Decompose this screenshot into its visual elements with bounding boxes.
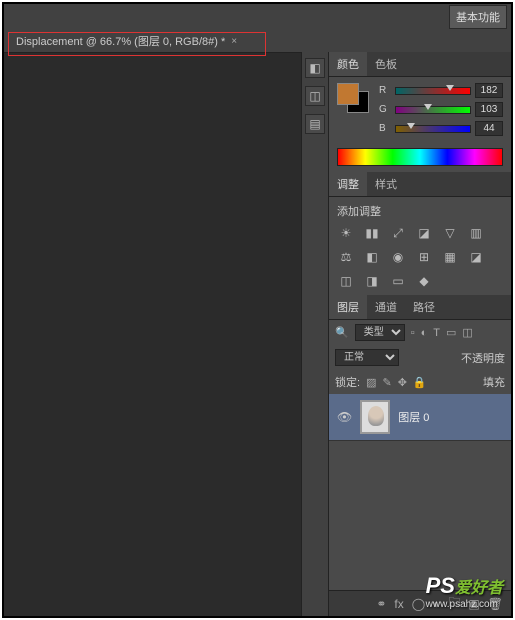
tab-channels[interactable]: 通道: [367, 295, 405, 319]
lock-label: 锁定:: [335, 374, 360, 390]
fill-label: 填充: [483, 374, 505, 390]
threshold-icon[interactable]: ◨: [363, 273, 381, 289]
watermark-ps: PS: [426, 573, 455, 598]
layer-name[interactable]: 图层 0: [398, 409, 429, 425]
filter-kind-select[interactable]: 类型: [355, 324, 405, 341]
hue-icon[interactable]: ▥: [467, 225, 485, 241]
link-layers-icon[interactable]: ⚭: [376, 597, 386, 611]
document-tab-title: Displacement @ 66.7% (图层 0, RGB/8#) *: [16, 33, 225, 49]
invert-icon[interactable]: ◪: [467, 249, 485, 265]
lock-position-icon[interactable]: ✥: [398, 376, 407, 389]
g-slider[interactable]: [395, 106, 471, 114]
close-tab-icon[interactable]: ×: [231, 36, 237, 47]
channel-mixer-icon[interactable]: ⊞: [415, 249, 433, 265]
r-slider[interactable]: [395, 87, 471, 95]
lock-pixels-icon[interactable]: ✎: [382, 376, 391, 389]
curves-icon[interactable]: ⤢: [389, 225, 407, 241]
color-swatches[interactable]: [337, 83, 369, 113]
basic-functions-button[interactable]: 基本功能: [449, 5, 507, 29]
foreground-color-swatch[interactable]: [337, 83, 359, 105]
gradient-map-icon[interactable]: ▭: [389, 273, 407, 289]
history-icon[interactable]: ◧: [305, 58, 325, 78]
filter-adjust-icon[interactable]: ◐: [421, 327, 428, 339]
layer-thumbnail[interactable]: [360, 400, 390, 434]
r-value[interactable]: 182: [475, 83, 503, 98]
watermark: PS爱好者 www.psahz.com: [426, 573, 503, 610]
filter-type-icon[interactable]: T: [433, 327, 440, 339]
watermark-url: www.psahz.com: [426, 599, 503, 610]
properties-icon[interactable]: ◫: [305, 86, 325, 106]
bw-icon[interactable]: ◧: [363, 249, 381, 265]
canvas-area[interactable]: [4, 52, 301, 616]
balance-icon[interactable]: ⚖: [337, 249, 355, 265]
tab-swatches[interactable]: 色板: [367, 52, 405, 76]
fx-icon[interactable]: fx: [394, 597, 403, 611]
search-icon[interactable]: 🔍: [335, 326, 349, 339]
color-lookup-icon[interactable]: ▦: [441, 249, 459, 265]
r-label: R: [379, 85, 391, 96]
opacity-label: 不透明度: [461, 350, 505, 366]
tab-adjustments[interactable]: 调整: [329, 172, 367, 196]
b-label: B: [379, 123, 391, 134]
exposure-icon[interactable]: ◪: [415, 225, 433, 241]
mask-icon[interactable]: ◯: [412, 597, 425, 611]
layer-row[interactable]: 👁 图层 0: [329, 394, 511, 441]
filter-shape-icon[interactable]: ▭: [446, 326, 456, 339]
filter-pixel-icon[interactable]: ▫: [411, 327, 415, 339]
levels-icon[interactable]: ▮▮: [363, 225, 381, 241]
watermark-text: 爱好者: [455, 580, 503, 597]
tab-styles[interactable]: 样式: [367, 172, 405, 196]
color-spectrum[interactable]: [337, 148, 503, 166]
character-icon[interactable]: ▤: [305, 114, 325, 134]
lock-all-icon[interactable]: 🔒: [413, 376, 427, 389]
document-tab[interactable]: Displacement @ 66.7% (图层 0, RGB/8#) * ×: [10, 31, 243, 51]
b-value[interactable]: 44: [475, 121, 503, 136]
g-value[interactable]: 103: [475, 102, 503, 117]
brightness-icon[interactable]: ☀: [337, 225, 355, 241]
photo-filter-icon[interactable]: ◉: [389, 249, 407, 265]
collapsed-panel-strip: ◧ ◫ ▤: [301, 52, 329, 616]
filter-smart-icon[interactable]: ◫: [462, 326, 472, 339]
adjustments-heading: 添加调整: [337, 203, 503, 219]
lock-transparent-icon[interactable]: ▨: [366, 376, 376, 389]
g-label: G: [379, 104, 391, 115]
posterize-icon[interactable]: ◫: [337, 273, 355, 289]
blend-mode-select[interactable]: 正常: [335, 349, 399, 366]
selective-color-icon[interactable]: ◆: [415, 273, 433, 289]
tab-paths[interactable]: 路径: [405, 295, 443, 319]
tab-layers[interactable]: 图层: [329, 295, 367, 319]
b-slider[interactable]: [395, 125, 471, 133]
vibrance-icon[interactable]: ▽: [441, 225, 459, 241]
tab-color[interactable]: 颜色: [329, 52, 367, 76]
visibility-eye-icon[interactable]: 👁: [337, 410, 352, 424]
